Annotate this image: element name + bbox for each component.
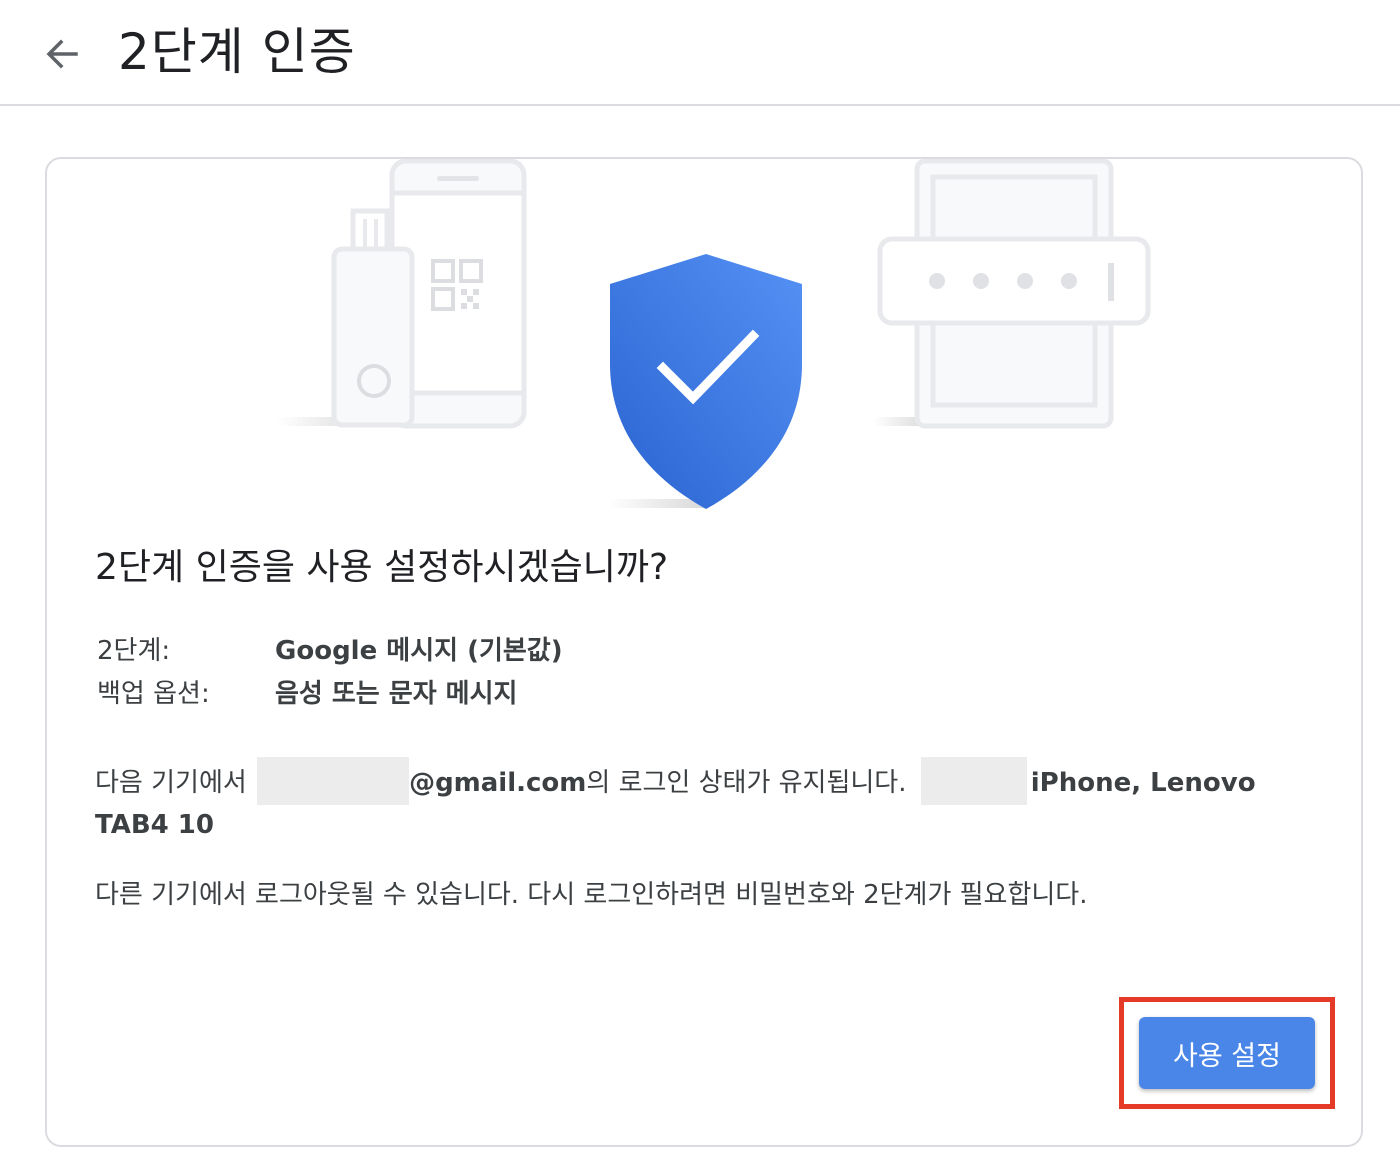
page-title: 2단계 인증 xyxy=(118,23,356,81)
second-step-value: Google 메시지 (기본값) xyxy=(275,636,563,666)
arrow-back-icon xyxy=(46,39,78,69)
redacted-device xyxy=(920,757,1027,805)
shield-check-icon xyxy=(607,254,802,509)
enable-question: 2단계 인증을 사용 설정하시겠습니까? xyxy=(95,547,669,588)
devices-prefix: 다음 기기에서 xyxy=(95,768,247,798)
tablet-password-icon xyxy=(877,159,1151,429)
second-step-label: 2단계: xyxy=(97,636,171,666)
logout-notice: 다른 기기에서 로그아웃될 수 있습니다. 다시 로그인하려면 비밀번호와 2단… xyxy=(95,880,1088,910)
back-button[interactable] xyxy=(36,28,88,80)
device-list-part2: TAB4 10 xyxy=(95,810,214,840)
devices-paragraph: 다음 기기에서 @gmail.com의 로그인 상태가 유지됩니다. iPhon… xyxy=(95,757,1295,845)
enable-button[interactable]: 사용 설정 xyxy=(1139,1017,1315,1089)
device-list-part1: iPhone, Lenovo xyxy=(1030,768,1256,798)
backup-option-value: 음성 또는 문자 메시지 xyxy=(275,679,518,709)
enable-2sv-card: 2단계 인증을 사용 설정하시겠습니까? 2단계: Google 메시지 (기본… xyxy=(45,157,1363,1147)
devices-middle: 의 로그인 상태가 유지됩니다. xyxy=(586,768,907,798)
email-domain: @gmail.com xyxy=(409,768,587,798)
app-header: 2단계 인증 xyxy=(0,0,1400,106)
backup-option-label: 백업 옵션: xyxy=(97,679,210,709)
illustration xyxy=(277,159,1151,509)
redacted-email xyxy=(257,757,410,805)
